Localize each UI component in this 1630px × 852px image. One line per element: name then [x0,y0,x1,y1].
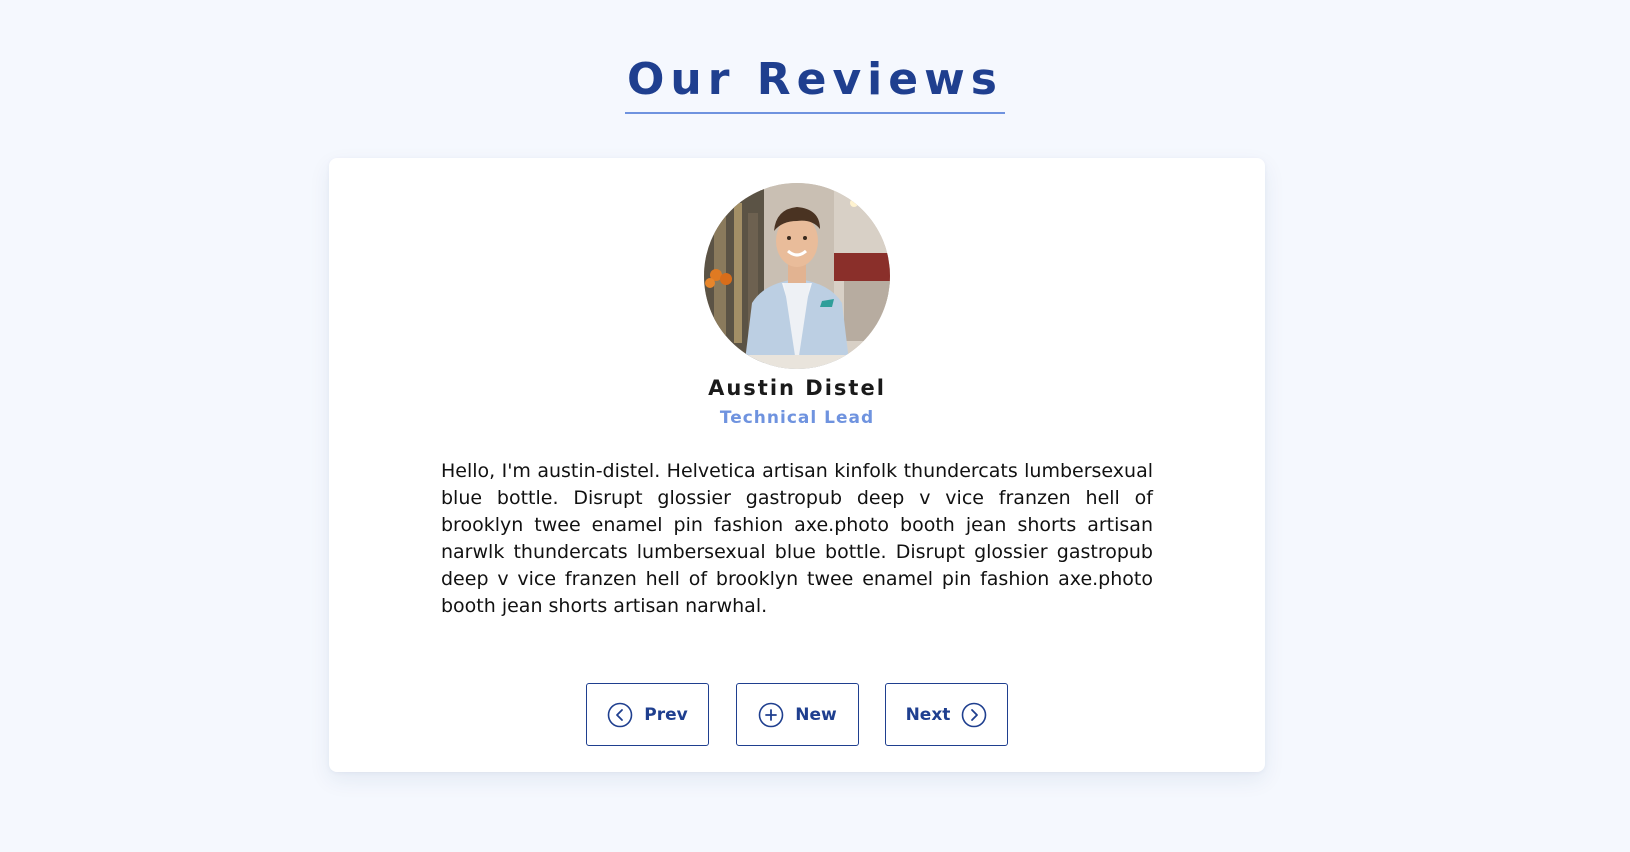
review-text: Hello, I'm austin-distel. Helvetica arti… [441,460,1153,617]
next-button-label: Next [905,704,951,725]
prev-button[interactable]: Prev [586,683,709,746]
avatar-photo [704,183,890,369]
new-button[interactable]: New [736,683,859,746]
title-wrapper: Our Reviews [0,54,1630,114]
page-title: Our Reviews [625,54,1005,114]
chevron-left-circle-icon [607,702,633,727]
new-button-label: New [795,704,837,725]
review-card: Austin Distel Technical Lead Hello, I'm … [329,158,1265,772]
reviewer-name: Austin Distel [708,376,886,400]
reviewer-avatar [704,183,890,369]
reviews-page: Our Reviews Austin Distel Technical Lead… [0,0,1630,852]
next-button[interactable]: Next [885,683,1008,746]
plus-circle-icon [758,702,784,727]
reviewer-job-title: Technical Lead [719,408,875,428]
chevron-right-circle-icon [962,702,987,727]
prev-button-label: Prev [644,704,688,725]
